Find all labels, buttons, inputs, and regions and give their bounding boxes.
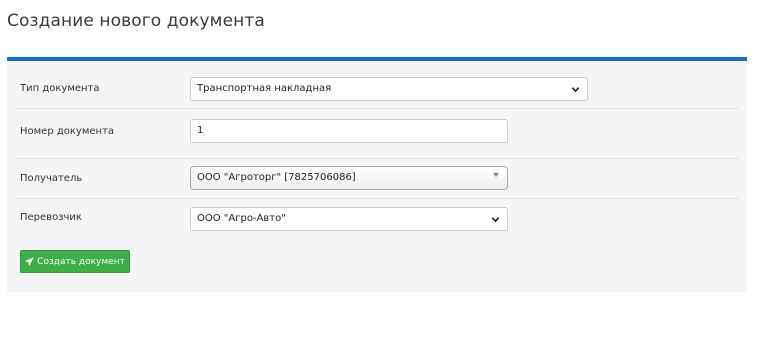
chevron-down-icon [491,217,500,223]
carrier-label: Перевозчик [20,212,82,223]
recipient-value: ООО "Агроторг" [7825706086] [197,172,356,183]
paper-plane-icon [25,257,34,266]
chevron-down-icon [571,87,580,93]
form-row-doc-type: Тип документа Транспортная накладная [15,69,739,109]
recipient-select[interactable]: ООО "Агроторг" [7825706086] [190,166,508,190]
doc-type-value: Транспортная накладная [197,83,332,94]
create-document-label: Создать документ [37,256,125,267]
dropdown-arrow-icon [493,173,499,177]
carrier-select[interactable]: ООО "Агро-Авто" [190,207,508,231]
recipient-label: Получатель [20,173,83,184]
form-row-doc-number: Номер документа 1 [15,109,739,159]
doc-number-label: Номер документа [20,126,115,137]
doc-number-input[interactable]: 1 [190,119,508,143]
doc-number-value: 1 [197,125,204,136]
carrier-value: ООО "Агро-Авто" [197,213,286,224]
doc-type-select[interactable]: Транспортная накладная [190,77,588,101]
page-title: Создание нового документа [7,11,265,31]
form-row-recipient: Получатель ООО "Агроторг" [7825706086] [15,159,739,199]
create-document-button[interactable]: Создать документ [20,250,130,273]
doc-type-label: Тип документа [20,83,100,94]
form-row-carrier: Перевозчик ООО "Агро-Авто" [15,199,739,239]
